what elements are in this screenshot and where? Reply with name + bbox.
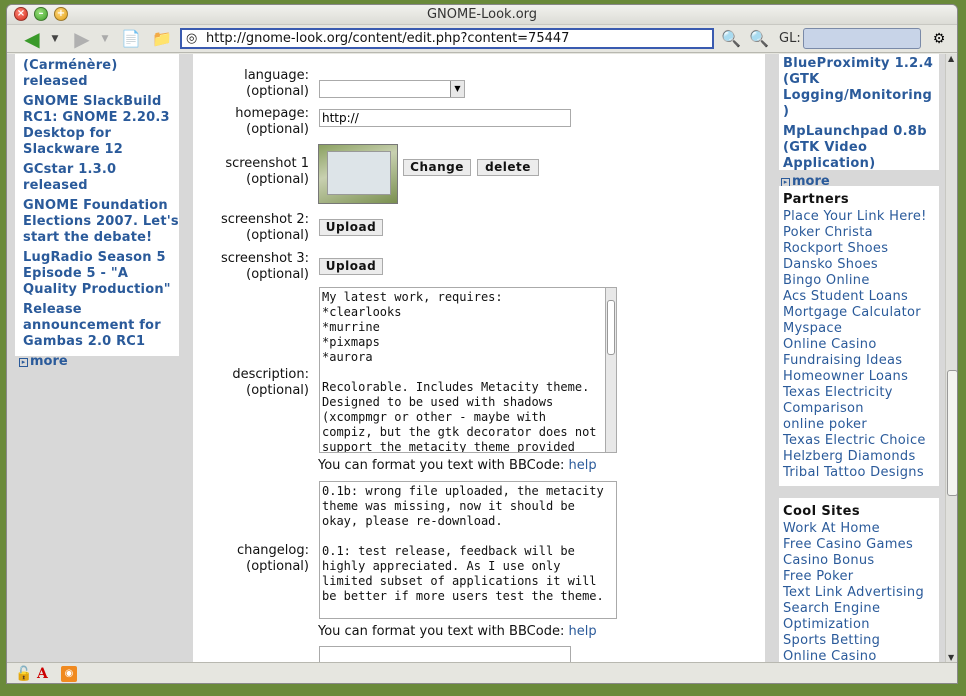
home-folder-icon[interactable]: 📁	[151, 29, 173, 49]
cool-site-link[interactable]: Free Poker	[783, 569, 935, 585]
changelog-label: changelog: (optional)	[236, 543, 309, 574]
partner-link[interactable]: Fundraising Ideas	[783, 353, 935, 369]
content-link[interactable]: BlueProximity 1.2.4 (GTK Logging/Monitor…	[783, 56, 935, 120]
scroll-down-icon[interactable]: ▼	[948, 653, 954, 662]
new-content-sidebar: BlueProximity 1.2.4 (GTK Logging/Monitor…	[779, 54, 939, 189]
site-favicon-icon: ◎	[186, 31, 198, 46]
title-bar: × – + GNOME-Look.org	[7, 5, 957, 25]
next-field-input[interactable]	[319, 646, 571, 662]
partner-link[interactable]: online poker	[783, 417, 935, 433]
chevron-down-icon: ▼	[450, 81, 464, 97]
lock-icon[interactable]: 🔓	[15, 666, 32, 682]
news-link[interactable]: LugRadio Season 5 Episode 5 - "A Quality…	[23, 250, 179, 298]
more-label: more	[30, 354, 68, 369]
browser-window: × – + GNOME-Look.org ◀ ▼ ▶ ▼ 📄 📁 ◎ http:…	[6, 4, 958, 684]
description-bbcode-hint: You can format you text with BBCode: hel…	[318, 458, 597, 473]
page-scrollbar-thumb[interactable]	[947, 370, 957, 496]
screenshot-1-label: screenshot 1 (optional)	[225, 156, 309, 187]
partner-link[interactable]: Bingo Online	[783, 273, 935, 289]
cool-sites-title: Cool Sites	[783, 504, 860, 519]
zoom-in-icon[interactable]: 🔍	[719, 29, 743, 49]
news-link[interactable]: GNOME SlackBuild RC1: GNOME 2.20.3 Deskt…	[23, 94, 179, 158]
cool-site-link[interactable]: Free Casino Games	[783, 537, 935, 553]
partner-link[interactable]: Place Your Link Here!	[783, 209, 935, 225]
homepage-label: homepage: (optional)	[235, 106, 309, 137]
page-scrollbar[interactable]: ▲ ▼	[945, 54, 957, 662]
partner-link[interactable]: Helzberg Diamonds	[783, 449, 935, 465]
cool-site-link[interactable]: Online Casino	[783, 649, 935, 662]
partner-link[interactable]: Tribal Tattoo Designs	[783, 465, 935, 481]
upload-screenshot-2-button[interactable]: Upload	[319, 219, 383, 236]
reload-page-icon[interactable]: 📄	[121, 29, 141, 49]
menu-icon[interactable]: ⚙	[929, 29, 949, 49]
forward-history-chevron-icon[interactable]: ▼	[99, 29, 111, 49]
partner-link[interactable]: Rockport Shoes Dansko Shoes	[783, 241, 935, 273]
screenshot-3-label: screenshot 3: (optional)	[220, 251, 309, 282]
partner-link[interactable]: Texas Electricity Comparison	[783, 385, 935, 417]
description-help-link[interactable]: help	[568, 458, 596, 473]
forward-arrow-icon[interactable]: ▶	[71, 29, 93, 49]
content-link[interactable]: MpLaunchpad 0.8b (GTK Video Application)	[783, 124, 935, 172]
search-input[interactable]	[803, 28, 921, 49]
font-icon[interactable]: A	[37, 666, 48, 682]
partner-link[interactable]: Poker Christa	[783, 225, 935, 241]
back-history-chevron-icon[interactable]: ▼	[49, 29, 61, 49]
partner-link[interactable]: Online Casino	[783, 337, 935, 353]
description-text: My latest work, requires: *clearlooks *m…	[322, 290, 597, 453]
news-sidebar: (Carménère) released GNOME SlackBuild RC…	[15, 54, 179, 369]
partner-link[interactable]: Acs Student Loans	[783, 289, 935, 305]
url-text: http://gnome-look.org/content/edit.php?c…	[206, 31, 570, 46]
scroll-up-icon[interactable]: ▲	[948, 54, 954, 63]
news-more-link[interactable]: ▸ more	[19, 354, 179, 369]
description-textarea[interactable]: My latest work, requires: *clearlooks *m…	[319, 287, 617, 453]
changelog-textarea[interactable]: 0.1b: wrong file uploaded, the metacity …	[319, 481, 617, 619]
zoom-out-icon[interactable]: 🔍	[747, 29, 771, 49]
description-label: description: (optional)	[232, 367, 309, 398]
news-link[interactable]: GNOME Foundation Elections 2007. Let's s…	[23, 198, 179, 246]
partners-box: Partners Place Your Link Here! Poker Chr…	[779, 186, 939, 486]
back-arrow-icon[interactable]: ◀	[21, 29, 43, 49]
language-select[interactable]: ▼	[319, 80, 465, 98]
page-content: (Carménère) released GNOME SlackBuild RC…	[7, 54, 945, 662]
changelog-bbcode-hint: You can format you text with BBCode: hel…	[318, 624, 597, 639]
partner-link[interactable]: Homeowner Loans	[783, 369, 935, 385]
screenshot-2-label: screenshot 2: (optional)	[220, 212, 309, 243]
partners-title: Partners	[783, 192, 849, 207]
cool-site-link[interactable]: Sports Betting	[783, 633, 935, 649]
window-title: GNOME-Look.org	[426, 7, 538, 22]
change-screenshot-button[interactable]: Change	[403, 159, 471, 176]
screenshot-1-thumbnail[interactable]	[318, 144, 398, 204]
edit-content-form: language: (optional) ▼ homepage: (optional…	[193, 54, 765, 662]
cool-site-link[interactable]: Search Engine Optimization	[783, 601, 935, 633]
partner-link[interactable]: Texas Electric Choice	[783, 433, 935, 449]
cool-site-link[interactable]: Casino Bonus	[783, 553, 935, 569]
delete-screenshot-button[interactable]: delete	[477, 159, 539, 176]
partner-link[interactable]: Mortgage Calculator	[783, 305, 935, 321]
rss-feed-icon[interactable]: ◉	[61, 666, 77, 682]
upload-screenshot-3-button[interactable]: Upload	[319, 258, 383, 275]
cool-site-link[interactable]: Work At Home	[783, 521, 935, 537]
cool-sites-box: Cool Sites Work At Home Free Casino Game…	[779, 498, 939, 662]
news-link[interactable]: Release announcement for Gambas 2.0 RC1	[23, 302, 179, 350]
partner-link[interactable]: Myspace	[783, 321, 935, 337]
language-label: language: (optional)	[244, 68, 309, 99]
status-bar: 🔓 A ◉	[7, 662, 957, 683]
homepage-input[interactable]: http://	[319, 109, 571, 127]
description-scrollbar-thumb[interactable]	[607, 300, 615, 355]
navigation-toolbar: ◀ ▼ ▶ ▼ 📄 📁 ◎ http://gnome-look.org/cont…	[7, 25, 957, 53]
search-engine-label: GL:	[779, 31, 801, 46]
cool-site-link[interactable]: Text Link Advertising	[783, 585, 935, 601]
news-link[interactable]: GCstar 1.3.0 released	[23, 162, 179, 194]
url-input[interactable]: ◎ http://gnome-look.org/content/edit.php…	[180, 28, 714, 49]
news-link[interactable]: (Carménère) released	[23, 58, 179, 90]
expand-icon: ▸	[19, 358, 28, 367]
changelog-help-link[interactable]: help	[568, 624, 596, 639]
description-scrollbar[interactable]	[605, 288, 616, 452]
